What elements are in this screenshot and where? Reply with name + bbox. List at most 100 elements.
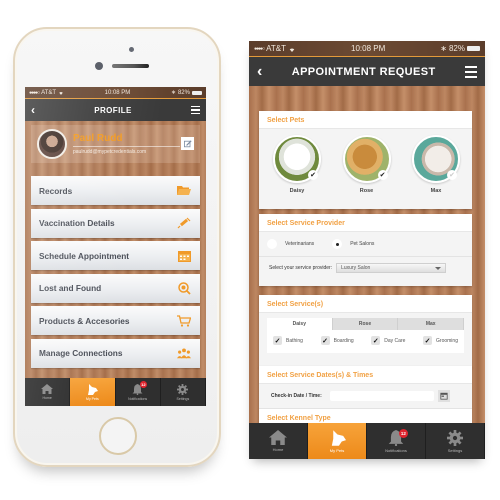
checkmark-icon: ✔ xyxy=(308,170,318,180)
earpiece-speaker xyxy=(112,64,149,68)
tab-my-pets[interactable]: My Pets xyxy=(70,378,116,406)
home-icon xyxy=(41,384,54,394)
tab-home[interactable]: Home xyxy=(25,378,71,406)
status-bar: ●●●●○ AT&T 10:08 PM ∗ 82% xyxy=(25,87,206,99)
signal-icon: ●●●●○ xyxy=(254,45,265,52)
hamburger-menu-icon[interactable] xyxy=(465,65,477,78)
tab-home[interactable]: Home xyxy=(249,423,308,459)
service-dates-card: Select Service Dates(s) & Times Check-in… xyxy=(259,366,472,426)
checkin-label: Check-in Date / Time: xyxy=(271,393,322,399)
pet-option-rose[interactable]: ✔ Rose xyxy=(341,135,393,194)
checkbox-icon[interactable]: ✓ xyxy=(320,336,330,345)
wifi-icon xyxy=(59,92,63,95)
profile-screen: ●●●●○ AT&T 10:08 PM ∗ 82% ‹ PROFILE Paul… xyxy=(25,87,206,406)
checkbox-icon[interactable]: ✓ xyxy=(273,336,282,345)
page-title: APPOINTMENT REQUEST xyxy=(291,65,436,78)
menu-item-label: Schedule Appointment xyxy=(39,250,130,261)
service-day-care[interactable]: ✓ Day Care xyxy=(371,336,405,345)
tab-notifications[interactable]: 12 Notifications xyxy=(367,423,426,459)
carrier: AT&T xyxy=(41,89,56,96)
checkbox-icon[interactable]: ✓ xyxy=(371,336,381,345)
cart-icon xyxy=(177,314,191,327)
pet-option-max[interactable]: ✔ Max xyxy=(410,135,462,194)
notification-badge: 12 xyxy=(398,429,408,438)
menu-item-manage-connections[interactable]: Manage Connections xyxy=(31,338,200,368)
section-heading: Select Pets xyxy=(259,111,472,129)
profile-menu: Records Vaccination Details Schedule App… xyxy=(31,176,200,371)
calendar-icon xyxy=(177,250,191,262)
nav-bar: ‹ APPOINTMENT REQUEST xyxy=(249,57,485,86)
status-time: 10:08 PM xyxy=(351,44,386,53)
gear-icon xyxy=(447,429,463,446)
nav-bar: ‹ PROFILE xyxy=(25,99,206,121)
back-button[interactable]: ‹ xyxy=(31,104,35,116)
menu-item-label: Products & Accesories xyxy=(39,315,130,326)
battery-icon xyxy=(467,46,480,51)
checkbox-icon[interactable]: ✓ xyxy=(423,336,433,345)
home-button[interactable] xyxy=(99,417,137,455)
dog-icon xyxy=(331,429,346,446)
select-value: Luxury Salon xyxy=(341,265,371,271)
tab-bar: Home My Pets 12 Notifications Settings xyxy=(249,423,485,459)
bluetooth-icon: ∗ xyxy=(440,44,447,53)
menu-item-products-accessories[interactable]: Products & Accesories xyxy=(31,306,200,335)
front-camera xyxy=(95,62,103,70)
service-grooming[interactable]: ✓ Grooming xyxy=(423,336,458,345)
service-boarding[interactable]: ✓ Boarding xyxy=(320,336,354,345)
select-services-card: Select Service(s) Daisy Rose Max ✓ Bathi… xyxy=(259,295,472,368)
pet-tabs: Daisy Rose Max xyxy=(267,318,465,330)
avatar[interactable] xyxy=(37,129,67,159)
tab-rose[interactable]: Rose xyxy=(332,318,399,330)
battery-percent: 82% xyxy=(177,89,190,96)
menu-item-lost-and-found[interactable]: Lost and Found xyxy=(31,273,200,303)
proximity-sensor xyxy=(129,47,134,52)
checkin-date-input[interactable] xyxy=(329,391,434,401)
service-bathing[interactable]: ✓ Bathing xyxy=(273,336,303,345)
menu-item-schedule-appointment[interactable]: Schedule Appointment xyxy=(31,241,200,270)
pet-photo: ✔ xyxy=(273,135,321,183)
status-bar: ●●●●○ AT&T 10:08 PM ∗ 82% xyxy=(249,41,485,57)
radio-label: Pet Salons xyxy=(350,241,375,247)
section-heading: Select Service Provider xyxy=(259,214,472,232)
pet-photo: ✔ xyxy=(342,135,391,183)
tab-daisy[interactable]: Daisy xyxy=(267,318,333,330)
radio-pet-salons[interactable] xyxy=(332,239,343,249)
pet-name: Daisy xyxy=(289,188,305,194)
carrier: AT&T xyxy=(266,44,286,53)
menu-item-label: Lost and Found xyxy=(39,283,102,293)
checkmark-icon: ✔ xyxy=(447,170,457,180)
radio-veterinarians[interactable] xyxy=(267,239,277,249)
back-button[interactable]: ‹ xyxy=(257,63,262,80)
calendar-icon xyxy=(440,392,448,400)
pet-name: Max xyxy=(430,188,442,194)
menu-item-records[interactable]: Records xyxy=(31,176,200,205)
section-heading: Select Service Dates(s) & Times xyxy=(259,366,472,384)
profile-card: Paul Rudd paulrudd@mypetcredentials.com xyxy=(31,125,200,163)
pet-name: Rose xyxy=(359,188,374,194)
battery-percent: 82% xyxy=(448,44,465,53)
home-icon xyxy=(269,430,287,445)
service-provider-select[interactable]: Luxury Salon xyxy=(336,263,447,273)
chevron-down-icon xyxy=(435,266,442,270)
edit-profile-button[interactable] xyxy=(181,137,194,150)
bluetooth-icon: ∗ xyxy=(170,90,176,96)
section-heading: Select Service(s) xyxy=(259,295,472,313)
edit-icon xyxy=(183,139,192,147)
tab-my-pets[interactable]: My Pets xyxy=(308,423,367,459)
wifi-icon xyxy=(289,48,295,52)
select-pets-card: Select Pets ✔ Daisy ✔ Rose ✔ Max xyxy=(259,111,472,209)
menu-item-label: Manage Connections xyxy=(39,348,123,358)
calendar-button[interactable] xyxy=(437,390,450,402)
tab-notifications[interactable]: 12 Notifications xyxy=(116,378,161,406)
tab-settings[interactable]: Settings xyxy=(161,378,206,406)
signal-icon: ●●●●○ xyxy=(29,89,40,96)
status-time: 10:08 PM xyxy=(104,89,131,96)
menu-item-vaccination-details[interactable]: Vaccination Details xyxy=(31,208,200,238)
tab-settings[interactable]: Settings xyxy=(426,423,485,459)
checkmark-icon: ✔ xyxy=(377,170,388,180)
profile-name: Paul Rudd xyxy=(73,133,180,147)
search-pet-icon xyxy=(177,281,191,295)
hamburger-menu-icon[interactable] xyxy=(191,105,200,115)
pet-option-daisy[interactable]: ✔ Daisy xyxy=(271,135,323,194)
tab-max[interactable]: Max xyxy=(398,318,465,330)
